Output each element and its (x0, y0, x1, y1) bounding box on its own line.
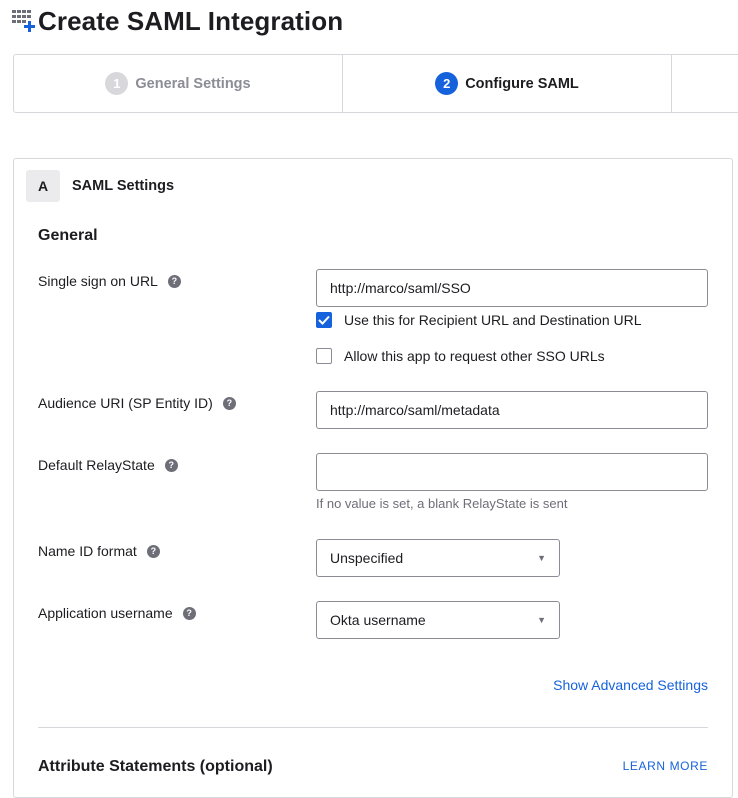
sso-url-label-text: Single sign on URL (38, 273, 158, 289)
recipient-url-checkbox[interactable] (316, 312, 332, 328)
wizard-stepper: 1 General Settings 2 Configure SAML (13, 54, 738, 113)
attribute-statements-heading: Attribute Statements (optional) (38, 758, 273, 775)
step-next-placeholder (672, 55, 738, 112)
grid-plus-icon (12, 9, 36, 33)
question-circle-icon[interactable]: ? (222, 396, 236, 410)
step-general-settings[interactable]: 1 General Settings (14, 55, 343, 112)
caret-down-icon: ▼ (537, 615, 546, 625)
audience-uri-label: Audience URI (SP Entity ID) ? (38, 395, 236, 411)
name-id-format-label: Name ID format ? (38, 543, 160, 559)
question-circle-icon[interactable]: ? (164, 458, 178, 472)
audience-uri-label-text: Audience URI (SP Entity ID) (38, 395, 213, 411)
step-number: 2 (435, 72, 459, 95)
audience-uri-input[interactable]: http://marco/saml/metadata (316, 391, 708, 429)
relay-state-label-text: Default RelayState (38, 457, 155, 473)
section-title: SAML Settings (72, 178, 175, 194)
step-configure-saml[interactable]: 2 Configure SAML (343, 55, 672, 112)
name-id-format-label-text: Name ID format (38, 543, 137, 559)
section-divider (38, 727, 708, 728)
learn-more-link[interactable]: LEARN MORE (623, 759, 708, 773)
app-username-label: Application username ? (38, 605, 196, 621)
app-username-select[interactable]: Okta username ▼ (316, 601, 560, 639)
recipient-url-checkbox-row[interactable]: Use this for Recipient URL and Destinati… (316, 312, 642, 328)
caret-down-icon: ▼ (537, 553, 546, 563)
step-number: 1 (105, 72, 129, 95)
question-circle-icon[interactable]: ? (182, 606, 196, 620)
relay-state-label: Default RelayState ? (38, 457, 178, 473)
relay-state-hint: If no value is set, a blank RelayState i… (316, 496, 568, 511)
show-advanced-settings-link[interactable]: Show Advanced Settings (553, 677, 708, 693)
allow-other-sso-checkbox-label: Allow this app to request other SSO URLs (344, 348, 605, 364)
question-circle-icon[interactable]: ? (146, 544, 160, 558)
check-icon (318, 315, 330, 325)
step-label: General Settings (135, 75, 251, 92)
app-username-value: Okta username (330, 612, 426, 628)
allow-other-sso-checkbox-row[interactable]: Allow this app to request other SSO URLs (316, 348, 605, 364)
app-username-label-text: Application username (38, 605, 173, 621)
step-label: Configure SAML (465, 75, 579, 92)
question-circle-icon[interactable]: ? (167, 274, 181, 288)
relay-state-input[interactable] (316, 453, 708, 491)
recipient-url-checkbox-label: Use this for Recipient URL and Destinati… (344, 312, 642, 328)
general-heading: General (38, 227, 98, 244)
allow-other-sso-checkbox[interactable] (316, 348, 332, 364)
sso-url-input[interactable]: http://marco/saml/SSO (316, 269, 708, 307)
name-id-format-value: Unspecified (330, 550, 404, 566)
saml-settings-card: A SAML Settings General Single sign on U… (13, 158, 733, 798)
section-letter-badge: A (26, 170, 60, 202)
page-title: Create SAML Integration (38, 5, 344, 36)
sso-url-label: Single sign on URL ? (38, 273, 181, 289)
page-header: Create SAML Integration (12, 4, 343, 38)
name-id-format-select[interactable]: Unspecified ▼ (316, 539, 560, 577)
